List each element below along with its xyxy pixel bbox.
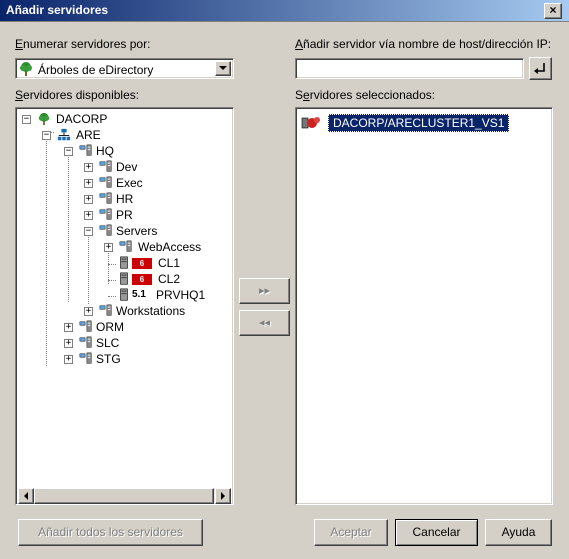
ou-icon — [99, 224, 112, 236]
expand-icon[interactable]: + — [84, 211, 93, 220]
cancel-button[interactable]: Cancelar — [395, 519, 478, 546]
enumerate-combo[interactable]: Árboles de eDirectory — [15, 58, 234, 79]
add-all-servers-button[interactable]: Añadir todos los servidores — [18, 519, 203, 546]
expand-icon[interactable]: + — [84, 307, 93, 316]
chevron-down-icon — [219, 66, 227, 70]
ou-icon — [79, 336, 92, 348]
tree-node-pr[interactable]: + PR — [20, 208, 220, 224]
ou-icon — [99, 176, 112, 188]
arrow-left-icon — [24, 492, 28, 500]
arrow-right-icon — [221, 492, 225, 500]
ou-icon — [79, 352, 92, 364]
organization-icon — [57, 128, 71, 141]
tree-node-webaccess[interactable]: + WebAccess — [20, 240, 230, 256]
expand-icon[interactable]: + — [84, 195, 93, 204]
double-arrow-right-icon: ▸▸ — [258, 285, 271, 297]
ou-icon — [99, 160, 112, 172]
ou-icon — [79, 320, 92, 332]
tree-node-dev[interactable]: + Dev — [20, 160, 220, 176]
tree-node-servers[interactable]: − Servers — [20, 224, 220, 240]
accept-button[interactable]: Aceptar — [314, 519, 388, 546]
title-bar: Añadir servidores × — [0, 0, 569, 22]
ou-icon — [99, 304, 112, 316]
combo-value: Árboles de eDirectory — [38, 63, 154, 77]
version-badge: 6 — [132, 258, 152, 269]
tree-icon — [20, 62, 32, 76]
tree-node-hq[interactable]: − HQ — [20, 144, 220, 160]
server-icon — [120, 256, 128, 269]
expand-icon[interactable]: + — [64, 339, 73, 348]
help-button[interactable]: Ayuda — [485, 519, 552, 546]
server-icon — [120, 272, 128, 285]
close-button[interactable]: × — [544, 3, 562, 19]
tree-node-are[interactable]: − ARE — [20, 128, 220, 144]
tree-node-cl1[interactable]: 6 CL1 — [20, 256, 220, 272]
ou-icon — [99, 192, 112, 204]
collapse-icon[interactable]: − — [22, 115, 31, 124]
tree-node-prvhq1[interactable]: 5.1 PRVHQ1 — [20, 288, 230, 304]
collapse-icon[interactable]: − — [64, 147, 73, 156]
combo-dropdown-button[interactable] — [215, 61, 231, 76]
available-servers-tree[interactable]: − DACORP − ARE − HQ + Dev + Exec + HR + … — [15, 107, 234, 505]
tree-node-exec[interactable]: + Exec — [20, 176, 220, 192]
ou-icon — [99, 208, 112, 220]
host-label: Añadir servidor vía nombre de host/direc… — [295, 37, 552, 51]
ou-icon — [119, 240, 132, 252]
cluster-server-icon — [301, 117, 320, 129]
collapse-icon[interactable]: − — [42, 131, 51, 140]
server-icon — [120, 288, 128, 301]
collapse-icon[interactable]: − — [84, 227, 93, 236]
tree-node-dacorp[interactable]: − DACORP — [20, 112, 220, 128]
selected-servers-list[interactable]: DACORP/ARECLUSTER1_VS1 — [295, 107, 553, 505]
add-host-button[interactable] — [529, 57, 552, 80]
expand-icon[interactable]: + — [64, 323, 73, 332]
tree-icon — [38, 112, 50, 126]
tree-node-stg[interactable]: + STG — [20, 352, 220, 368]
available-servers-label: Servidores disponibles: — [15, 88, 140, 102]
version-badge: 5.1 — [132, 289, 146, 300]
selected-servers-label: Servidores seleccionados: — [295, 88, 436, 102]
selected-server-label: DACORP/ARECLUSTER1_VS1 — [328, 114, 510, 132]
ou-icon — [79, 144, 92, 156]
tree-node-cl2[interactable]: 6 CL2 — [20, 272, 220, 288]
expand-icon[interactable]: + — [84, 179, 93, 188]
scroll-right-button[interactable] — [215, 488, 231, 504]
list-item[interactable]: DACORP/ARECLUSTER1_VS1 — [300, 114, 510, 132]
enumerate-label: Enumerar servidores por: — [15, 37, 151, 51]
horizontal-scrollbar[interactable] — [18, 488, 231, 504]
expand-icon[interactable]: + — [84, 163, 93, 172]
tree-node-orm[interactable]: + ORM — [20, 320, 220, 336]
expand-icon[interactable]: + — [64, 355, 73, 364]
version-badge: 6 — [132, 274, 152, 285]
host-input[interactable] — [295, 58, 524, 79]
move-right-button[interactable]: ▸▸ — [239, 278, 290, 304]
tree-content: − DACORP − ARE − HQ + Dev + Exec + HR + … — [18, 110, 231, 488]
tree-node-workstations[interactable]: + Workstations — [20, 304, 230, 320]
expand-icon[interactable]: + — [104, 243, 113, 252]
scroll-left-button[interactable] — [18, 488, 34, 504]
scroll-thumb[interactable] — [34, 488, 214, 504]
move-left-button[interactable]: ◂◂ — [239, 310, 290, 336]
double-arrow-left-icon: ◂◂ — [258, 317, 271, 329]
enter-arrow-icon — [534, 63, 545, 74]
window-title: Añadir servidores — [6, 3, 109, 17]
tree-node-hr[interactable]: + HR — [20, 192, 220, 208]
close-icon: × — [549, 3, 557, 17]
tree-node-slc[interactable]: + SLC — [20, 336, 220, 352]
